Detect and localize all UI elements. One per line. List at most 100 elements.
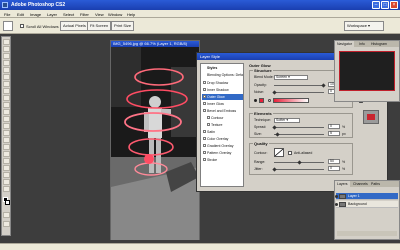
- texture-checkbox[interactable]: [207, 123, 210, 126]
- noise-slider[interactable]: [274, 92, 324, 93]
- tab-channels[interactable]: Channels: [351, 181, 370, 187]
- workspace-button[interactable]: Workspace ▾: [344, 21, 384, 31]
- hand-tool-preset-icon[interactable]: [3, 21, 13, 31]
- hand-tool-icon[interactable]: [3, 179, 10, 185]
- color-overlay-checkbox[interactable]: [203, 137, 206, 140]
- inner-shadow-checkbox[interactable]: [203, 88, 206, 91]
- tab-histogram[interactable]: Histogram: [369, 41, 389, 47]
- menu-window[interactable]: Window: [108, 12, 122, 17]
- path-selection-tool-icon[interactable]: [3, 137, 10, 143]
- spread-input[interactable]: 0: [328, 124, 340, 129]
- blend-mode-select[interactable]: Screen ▾: [274, 75, 308, 80]
- stroke-checkbox[interactable]: [203, 158, 206, 161]
- pattern-overlay-checkbox[interactable]: [203, 151, 206, 154]
- style-item-gradient-overlay[interactable]: Gradient Overlay: [202, 143, 243, 149]
- color-radio-selected[interactable]: [254, 99, 257, 102]
- style-item-color-overlay[interactable]: Color Overlay: [202, 136, 243, 142]
- move-tool-icon[interactable]: [3, 39, 10, 45]
- brush-tool-icon[interactable]: [3, 88, 10, 94]
- gradient-overlay-checkbox[interactable]: [203, 144, 206, 147]
- close-button[interactable]: ×: [390, 1, 398, 9]
- spread-slider[interactable]: [274, 127, 324, 128]
- clone-stamp-tool-icon[interactable]: [3, 95, 10, 101]
- menu-layer[interactable]: Layer: [47, 12, 57, 17]
- tab-info[interactable]: Info: [357, 41, 367, 47]
- marquee-tool-icon[interactable]: [3, 46, 10, 52]
- style-item-drop-shadow[interactable]: Drop Shadow: [202, 80, 243, 86]
- opacity-slider-thumb[interactable]: [321, 83, 326, 88]
- drop-shadow-checkbox[interactable]: [203, 81, 206, 84]
- range-input[interactable]: 50: [328, 159, 340, 164]
- tab-navigator[interactable]: Navigator: [335, 41, 354, 47]
- layer-visibility-eye-icon[interactable]: [335, 203, 338, 206]
- style-item-stroke[interactable]: Stroke: [202, 157, 243, 163]
- maximize-button[interactable]: □: [381, 1, 389, 9]
- actual-pixels-button[interactable]: Actual Pixels: [60, 21, 89, 31]
- tab-layers[interactable]: Layers: [335, 181, 350, 187]
- dodge-tool-icon[interactable]: [3, 130, 10, 136]
- quick-mask-icon[interactable]: [3, 212, 10, 218]
- menu-filter[interactable]: Filter: [80, 12, 89, 17]
- minimize-button[interactable]: –: [372, 1, 380, 9]
- glow-gradient-picker[interactable]: [273, 98, 309, 103]
- layer-row-background[interactable]: Background: [335, 201, 398, 208]
- gradient-tool-icon[interactable]: [3, 116, 10, 122]
- eyedropper-tool-icon[interactable]: [3, 172, 10, 178]
- menu-image[interactable]: Image: [30, 12, 41, 17]
- size-slider[interactable]: [274, 134, 324, 135]
- screen-mode-icon[interactable]: [3, 221, 10, 227]
- bevel-emboss-checkbox[interactable]: [203, 109, 206, 112]
- style-item-pattern-overlay[interactable]: Pattern Overlay: [202, 150, 243, 156]
- style-item-inner-shadow[interactable]: Inner Shadow: [202, 87, 243, 93]
- style-item-satin[interactable]: Satin: [202, 129, 243, 135]
- gradient-radio[interactable]: [268, 99, 271, 102]
- blur-tool-icon[interactable]: [3, 123, 10, 129]
- anti-aliased-checkbox[interactable]: [288, 151, 292, 155]
- menu-select[interactable]: Select: [63, 12, 74, 17]
- fit-screen-button[interactable]: Fit Screen: [87, 21, 112, 31]
- magic-wand-tool-icon[interactable]: [3, 60, 10, 66]
- layers-panel-footer-icons[interactable]: [337, 231, 397, 236]
- inner-glow-checkbox[interactable]: [203, 102, 206, 105]
- range-slider-thumb[interactable]: [297, 160, 302, 165]
- jitter-slider-thumb[interactable]: [272, 167, 277, 172]
- zoom-tool-icon[interactable]: [3, 186, 10, 192]
- blending-options-item[interactable]: Blending Options: Default: [202, 72, 243, 78]
- healing-brush-tool-icon[interactable]: [3, 81, 10, 87]
- size-slider-thumb[interactable]: [275, 132, 280, 137]
- crop-tool-icon[interactable]: [3, 67, 10, 73]
- technique-select[interactable]: Softer ▾: [274, 118, 300, 123]
- style-item-contour[interactable]: Contour: [202, 115, 243, 121]
- style-item-outer-glow[interactable]: Outer Glow: [202, 94, 243, 100]
- shape-tool-icon[interactable]: [3, 158, 10, 164]
- spread-slider-thumb[interactable]: [272, 125, 277, 130]
- menu-edit[interactable]: Edit: [17, 12, 24, 17]
- lasso-tool-icon[interactable]: [3, 53, 10, 59]
- noise-slider-thumb[interactable]: [272, 90, 277, 95]
- satin-checkbox[interactable]: [203, 130, 206, 133]
- background-color-swatch[interactable]: [5, 200, 10, 205]
- layer-visibility-eye-icon[interactable]: [335, 195, 338, 198]
- print-size-button[interactable]: Print Size: [111, 21, 135, 31]
- style-item-bevel-emboss[interactable]: Bevel and Emboss: [202, 108, 243, 114]
- jitter-slider[interactable]: [274, 169, 324, 170]
- pen-tool-icon[interactable]: [3, 151, 10, 157]
- contour-picker[interactable]: [274, 148, 284, 157]
- glow-color-swatch[interactable]: [259, 98, 264, 103]
- scroll-all-windows-checkbox[interactable]: [20, 24, 24, 28]
- notes-tool-icon[interactable]: [3, 165, 10, 171]
- history-brush-tool-icon[interactable]: [3, 102, 10, 108]
- eraser-tool-icon[interactable]: [3, 109, 10, 115]
- canvas-photo[interactable]: [111, 47, 199, 240]
- outer-glow-checkbox[interactable]: [203, 95, 206, 98]
- contour-checkbox[interactable]: [207, 116, 210, 119]
- size-input[interactable]: 5: [328, 131, 340, 136]
- jitter-input[interactable]: 0: [328, 166, 340, 171]
- style-item-inner-glow[interactable]: Inner Glow: [202, 101, 243, 107]
- type-tool-icon[interactable]: [3, 144, 10, 150]
- menu-file[interactable]: File: [4, 12, 10, 17]
- styles-header[interactable]: Styles: [202, 65, 243, 71]
- menu-view[interactable]: View: [95, 12, 104, 17]
- slice-tool-icon[interactable]: [3, 74, 10, 80]
- navigator-preview[interactable]: [339, 51, 395, 91]
